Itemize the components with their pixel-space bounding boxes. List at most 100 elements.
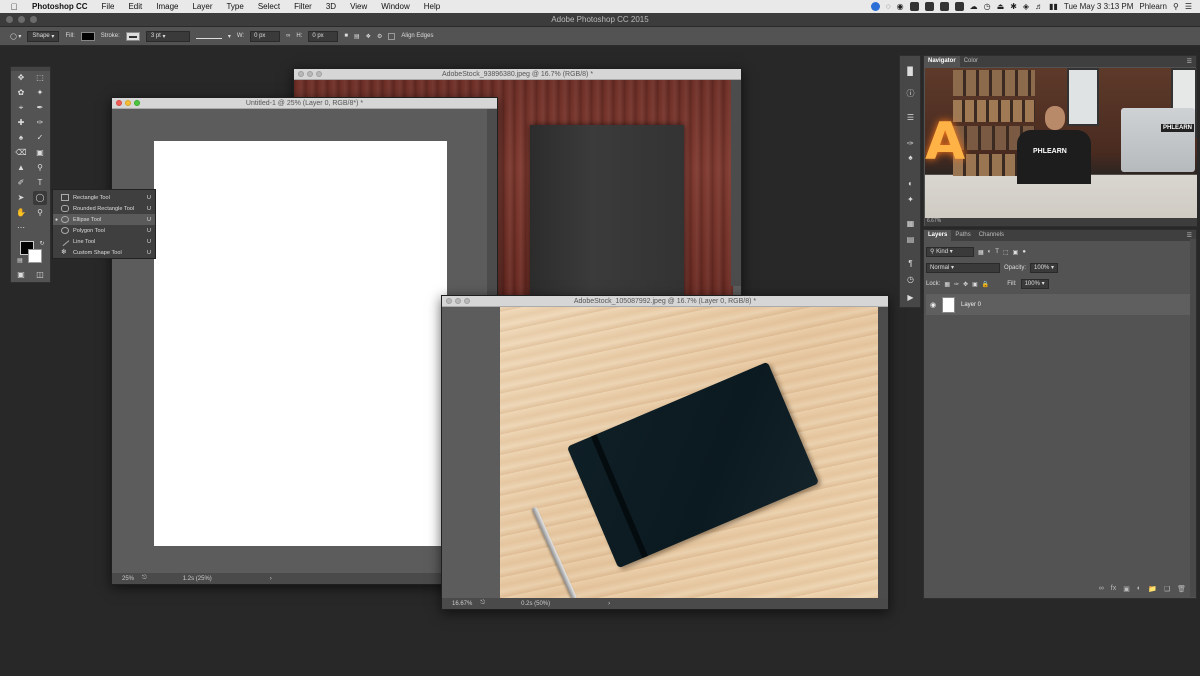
history-icon[interactable]: ◷ <box>905 274 916 285</box>
menu-filter[interactable]: Filter <box>287 2 319 11</box>
shape-mode-select[interactable]: Shape ▾ <box>27 30 60 42</box>
apple-icon[interactable]:  <box>0 2 28 12</box>
flyout-polygon-tool[interactable]: Polygon Tool U <box>53 225 155 236</box>
status-square-icon-3[interactable] <box>939 2 949 11</box>
move-tool-icon[interactable]: ✥ <box>14 71 28 85</box>
right-panel-scrollbar[interactable] <box>1190 239 1196 597</box>
properties-icon[interactable]: ☰ <box>905 112 916 123</box>
document-window-stock-105087992[interactable]: AdobeStock_105087992.jpeg @ 16.7% (Layer… <box>441 295 889 610</box>
menu-edit[interactable]: Edit <box>121 2 149 11</box>
lock-image-icon[interactable]: ✑ <box>954 281 959 288</box>
tab-paths[interactable]: Paths <box>951 230 974 241</box>
status-square-icon-2[interactable] <box>924 2 934 11</box>
document-close-button[interactable] <box>116 100 122 106</box>
wifi-icon[interactable]: ◈ <box>1023 2 1029 11</box>
swap-colors-icon[interactable]: ↻ <box>35 237 49 251</box>
lasso-tool-icon[interactable]: ✿ <box>14 86 28 100</box>
tab-layers[interactable]: Layers <box>924 230 952 241</box>
swatches-icon[interactable]: ▦ <box>905 218 916 229</box>
layer-mask-icon[interactable]: ▣ <box>1123 585 1130 595</box>
magic-wand-tool-icon[interactable]: ✦ <box>33 86 47 100</box>
history-brush-tool-icon[interactable]: ✓ <box>33 131 47 145</box>
layer-row-layer-0[interactable]: ◉ Layer 0 <box>926 294 1190 315</box>
menu-type[interactable]: Type <box>219 2 250 11</box>
stroke-type-select[interactable] <box>195 30 222 39</box>
path-alignment-icon[interactable]: ▤ <box>354 33 360 40</box>
screen-mode-icon[interactable]: ◫ <box>33 268 47 282</box>
document-titlebar[interactable]: Untitled-1 @ 25% (Layer 0, RGB/8*) * <box>112 98 497 109</box>
flyout-custom-shape-tool[interactable]: ❄ Custom Shape Tool U <box>53 247 155 258</box>
type-tool-icon[interactable]: T <box>33 176 47 190</box>
status-menu-arrow-icon[interactable]: › <box>608 601 610 607</box>
eraser-tool-icon[interactable]: ⌫ <box>14 146 28 160</box>
flyout-ellipse-tool[interactable]: ● Ellipse Tool U <box>53 214 155 225</box>
gear-icon[interactable]: ⚙ <box>377 33 382 40</box>
layer-name[interactable]: Layer 0 <box>961 302 981 308</box>
list-icon[interactable]: ☰ <box>1185 2 1192 11</box>
navigator-thumbnail[interactable]: A PHLEARN PHLEARN <box>925 68 1197 220</box>
document-titlebar[interactable]: AdobeStock_93896380.jpeg @ 16.7% (RGB/8)… <box>294 69 741 80</box>
pen-tool-icon[interactable]: ✐ <box>14 176 28 190</box>
panel-menu-icon[interactable]: ☰ <box>1187 232 1196 239</box>
path-arrangement-icon[interactable]: ❖ <box>366 33 371 40</box>
document-zoom-button[interactable] <box>134 100 140 106</box>
width-field[interactable]: 0 px <box>250 30 281 42</box>
libraries-icon[interactable]: ▤ <box>905 234 916 245</box>
quick-mask-icon[interactable]: ▣ <box>14 268 28 282</box>
filter-shape-icon[interactable]: ⬚ <box>1003 249 1009 256</box>
stroke-size-field[interactable]: 3 pt ▾ <box>145 30 190 42</box>
new-group-icon[interactable]: 📁 <box>1148 585 1157 595</box>
healing-brush-tool-icon[interactable]: ✚ <box>14 116 28 130</box>
clock-icon[interactable]: ◷ <box>984 2 991 11</box>
menu-help[interactable]: Help <box>417 2 447 11</box>
clone-source-icon[interactable]: ♠ <box>905 152 916 163</box>
lock-all-icon[interactable]: 🔒 <box>982 281 989 288</box>
document-minimize-button[interactable] <box>455 298 461 304</box>
filter-toggle-icon[interactable]: ● <box>1022 249 1026 255</box>
gradient-tool-icon[interactable]: ▣ <box>33 146 47 160</box>
canvas-white[interactable] <box>154 141 447 546</box>
histogram-icon[interactable]: ▉ <box>905 66 916 77</box>
document-minimize-button[interactable] <box>307 71 313 77</box>
flyout-rounded-rectangle-tool[interactable]: Rounded Rectangle Tool U <box>53 203 155 214</box>
link-layers-icon[interactable]: ∞ <box>1099 585 1104 595</box>
status-square-icon-4[interactable] <box>954 2 964 11</box>
background-color-swatch[interactable] <box>28 249 42 263</box>
adjustments-icon[interactable]: ◐ <box>905 178 916 189</box>
tab-color[interactable]: Color <box>960 56 982 67</box>
hand-tool-icon[interactable]: ✋ <box>14 206 28 220</box>
menu-window[interactable]: Window <box>374 2 416 11</box>
cloud-icon[interactable]: ☁ <box>970 2 978 11</box>
status-square-icon[interactable] <box>909 2 919 11</box>
document-zoom-button[interactable] <box>464 298 470 304</box>
path-operations-icon[interactable]: ■ <box>344 33 348 39</box>
stroke-swatch[interactable] <box>125 31 140 41</box>
volume-icon[interactable]: ♬ <box>1035 2 1043 11</box>
eyedropper-tool-icon[interactable]: ✒ <box>33 101 47 115</box>
document-close-button[interactable] <box>298 71 304 77</box>
filter-pixel-icon[interactable]: ▦ <box>978 249 984 256</box>
default-colors-icon[interactable]: ▤ <box>13 254 27 268</box>
clone-stamp-tool-icon[interactable]: ♠ <box>14 131 28 145</box>
status-circle-icon[interactable]: ◉ <box>897 2 904 11</box>
lock-position-icon[interactable]: ✥ <box>963 281 968 288</box>
new-layer-icon[interactable]: ❏ <box>1164 585 1170 595</box>
height-field[interactable]: 0 px <box>308 30 339 42</box>
document-titlebar[interactable]: AdobeStock_105087992.jpeg @ 16.7% (Layer… <box>442 296 888 307</box>
fill-swatch[interactable] <box>80 31 95 41</box>
blur-tool-icon[interactable]: ▲ <box>14 161 28 175</box>
filter-adjustment-icon[interactable]: ◐ <box>988 249 992 255</box>
menu-app-name[interactable]: Photoshop CC <box>28 2 95 11</box>
dodge-tool-icon[interactable]: ⚲ <box>33 161 47 175</box>
lock-transparent-icon[interactable]: ▦ <box>944 281 950 288</box>
menu-layer[interactable]: Layer <box>185 2 219 11</box>
link-icon[interactable]: ∞ <box>286 33 290 39</box>
battery-icon[interactable]: ▮▮ <box>1049 2 1058 11</box>
menubar-clock[interactable]: Tue May 3 3:13 PM <box>1064 2 1134 11</box>
ellipse-tool-icon[interactable]: ◯ <box>33 191 47 205</box>
navigator-zoom-bar[interactable]: 6.67% <box>925 218 1197 226</box>
document-zoom-button[interactable] <box>316 71 322 77</box>
trash-icon[interactable]: 🗑 <box>1177 585 1186 595</box>
tab-navigator[interactable]: Navigator <box>924 56 960 67</box>
status-menu-arrow-icon[interactable]: › <box>270 576 272 582</box>
